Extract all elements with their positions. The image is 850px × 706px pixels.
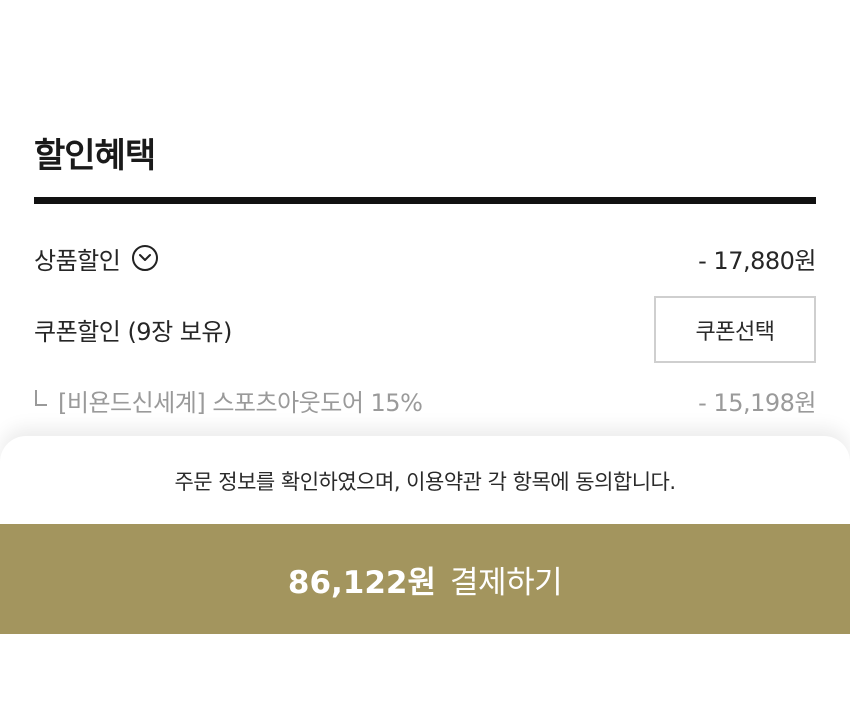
title-divider — [34, 197, 816, 204]
coupon-discount-label: 쿠폰할인 (9장 보유) — [34, 318, 232, 346]
product-discount-label: 상품할인 — [34, 246, 121, 275]
applied-coupon-label: [비욘드신세계] 스포츠아웃도어 15% — [58, 388, 423, 417]
sub-item-branch-icon — [34, 385, 48, 406]
pay-label: 결제하기 — [450, 564, 563, 601]
coupon-discount-row: 쿠폰할인 (9장 보유) 쿠폰선택 — [34, 296, 816, 363]
applied-coupon-row: [비욘드신세계] 스포츠아웃도어 15% - 15,198원 — [34, 378, 816, 422]
product-discount-amount: - 17,880원 — [698, 246, 816, 275]
applied-coupon-label-group: [비욘드신세계] 스포츠아웃도어 15% — [34, 383, 423, 418]
coupon-select-button[interactable]: 쿠폰선택 — [654, 296, 816, 363]
pay-amount: 86,122원 — [287, 564, 437, 601]
chevron-down-icon[interactable] — [132, 245, 159, 271]
product-discount-row: 상품할인 - 17,880원 — [34, 236, 816, 280]
agreement-text: 주문 정보를 확인하였으며, 이용약관 각 항목에 동의합니다. — [174, 470, 676, 494]
payment-bottom-sheet: 주문 정보를 확인하였으며, 이용약관 각 항목에 동의합니다. 86,122원… — [0, 436, 850, 706]
applied-coupon-amount: - 15,198원 — [698, 388, 816, 417]
pay-button[interactable]: 86,122원 결제하기 — [0, 524, 850, 634]
product-discount-label-group: 상품할인 — [34, 241, 159, 276]
section-title: 할인혜택 — [34, 136, 156, 176]
